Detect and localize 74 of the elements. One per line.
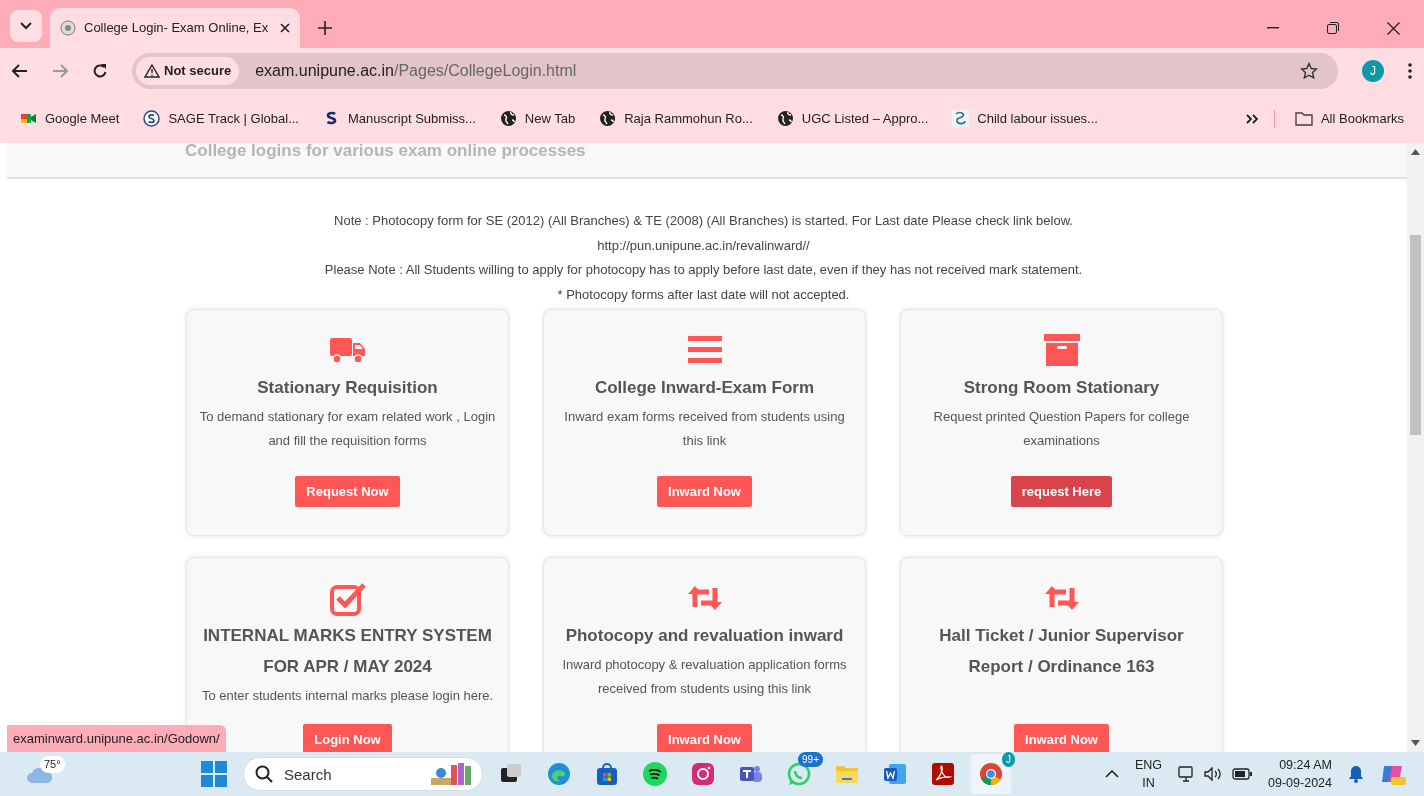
card-description: To demand stationary for exam related work , Login and fill the requisition forms xyxy=(198,408,497,450)
address-url[interactable]: exam.unipune.ac.in/Pages/CollegeLogin.html xyxy=(255,59,1284,83)
notice-text: Please Note : All Students willing to apply for photocopy has to apply before last date, even if they has not received mark statement. xyxy=(323,261,1084,279)
all-bookmarks-button[interactable]: All Bookmarks xyxy=(1290,106,1408,131)
bookmark-link[interactable]: Raja Rammohun Ro... xyxy=(595,106,757,131)
close-icon[interactable] xyxy=(280,23,290,33)
bookmark-link[interactable]: SAGE Track | Global... xyxy=(139,106,303,131)
card-title: College Inward-Exam Form xyxy=(594,377,815,399)
archive-box-icon xyxy=(1042,332,1081,368)
card-description: Request printed Question Papers for college examinations xyxy=(932,408,1191,450)
bookmark-link[interactable]: Child labour issues... xyxy=(948,106,1102,131)
globe-icon xyxy=(499,110,517,127)
chat-bubble-icon xyxy=(787,762,811,786)
browser-tab[interactable]: College Login- Exam Online, Ex xyxy=(50,8,300,48)
search-icon xyxy=(255,765,273,783)
tab-title: College Login- Exam Online, Ex xyxy=(84,19,270,38)
restore-icon[interactable] xyxy=(1327,22,1339,34)
emblem-icon xyxy=(60,20,76,36)
pdf-icon xyxy=(931,762,955,786)
plus-icon[interactable] xyxy=(318,21,332,35)
card-title: Photocopy and revaluation inward xyxy=(565,625,844,647)
battery-icon[interactable] xyxy=(1232,768,1253,780)
bookmark-link[interactable]: UGC Listed – Appro... xyxy=(772,106,933,131)
s-logo-icon xyxy=(143,110,161,127)
chevron-double-icon[interactable] xyxy=(1245,113,1258,124)
clock[interactable]: 09:24 AM 09-09-2024 xyxy=(1268,756,1332,792)
card-title: Stationary Requisition xyxy=(257,377,438,399)
taskbar-search-field[interactable]: Search xyxy=(243,757,483,791)
card-action-button[interactable]: request Here xyxy=(1010,475,1113,507)
bell-icon[interactable] xyxy=(1348,765,1364,783)
notification-badge: 99+ xyxy=(798,752,823,767)
page-subtitle: College logins for various exam online processes xyxy=(185,143,587,159)
reload-icon[interactable] xyxy=(92,63,108,79)
bookmark-link[interactable]: Google Meet xyxy=(16,106,124,131)
scroll-down-icon[interactable] xyxy=(1411,740,1420,746)
bookmark-link[interactable]: Manuscript Submiss... xyxy=(319,106,480,131)
close-icon[interactable] xyxy=(1387,21,1400,35)
chrome-circle-icon xyxy=(979,762,1003,786)
more-menu-icon[interactable] xyxy=(1408,63,1412,79)
notice-text: Note : Photocopy form for SE (2012) (All Branches) & TE (2008) (All Branches) is started. For Last date Please check link below. xyxy=(333,212,1074,230)
status-bar-url: examinward.unipune.ac.in/Godown/ xyxy=(7,724,226,752)
chevron-down-icon xyxy=(20,22,32,30)
notification-badge: J xyxy=(1002,752,1015,767)
minimize-icon[interactable] xyxy=(1267,27,1279,29)
language-indicator[interactable]: ENG IN xyxy=(1134,756,1163,792)
shopping-bag-icon xyxy=(595,762,619,786)
vertical-scrollbar[interactable] xyxy=(1407,143,1424,752)
notice-text: http://pun.unipune.ac.in/revalinward// xyxy=(596,236,811,255)
chevron-up-icon[interactable] xyxy=(1104,770,1119,778)
star-icon[interactable] xyxy=(1300,62,1318,80)
warning-icon xyxy=(144,64,160,78)
card-description: To enter students internal marks please login here. xyxy=(201,687,494,705)
globe-icon xyxy=(776,110,794,127)
sound-waves-icon xyxy=(643,762,667,786)
tab-list-button[interactable] xyxy=(10,10,42,42)
bookmark-link[interactable]: New Tab xyxy=(495,106,580,131)
card-description: Inward photocopy & revaluation application forms received from students using this link xyxy=(561,656,848,698)
folder-icon xyxy=(1294,111,1313,126)
card-title: INTERNAL MARKS ENTRY SYSTEM FOR APR / MAY 2024 xyxy=(202,625,493,678)
card-description: Inward exam forms received from students using this link xyxy=(563,408,846,450)
browser-swirl-icon xyxy=(547,762,571,786)
globe-icon xyxy=(599,110,617,127)
scroll-up-icon[interactable] xyxy=(1411,149,1420,155)
security-chip[interactable]: Not secure xyxy=(136,57,240,85)
back-arrow-icon[interactable] xyxy=(12,64,28,78)
card-title: Strong Room Stationary xyxy=(963,377,1160,399)
document-w-icon xyxy=(883,762,907,786)
weather-temperature: 75° xyxy=(40,756,65,773)
scrollbar-thumb[interactable] xyxy=(1410,235,1421,435)
notice-text: * Photocopy forms after last date will not accepted. xyxy=(556,285,851,304)
swirl-icon xyxy=(952,110,970,127)
card-title: Hall Ticket / Junior Supervisor Report / Ordinance 163 xyxy=(938,625,1185,678)
camera-icon xyxy=(691,762,715,786)
windows-start-icon[interactable] xyxy=(201,761,227,787)
